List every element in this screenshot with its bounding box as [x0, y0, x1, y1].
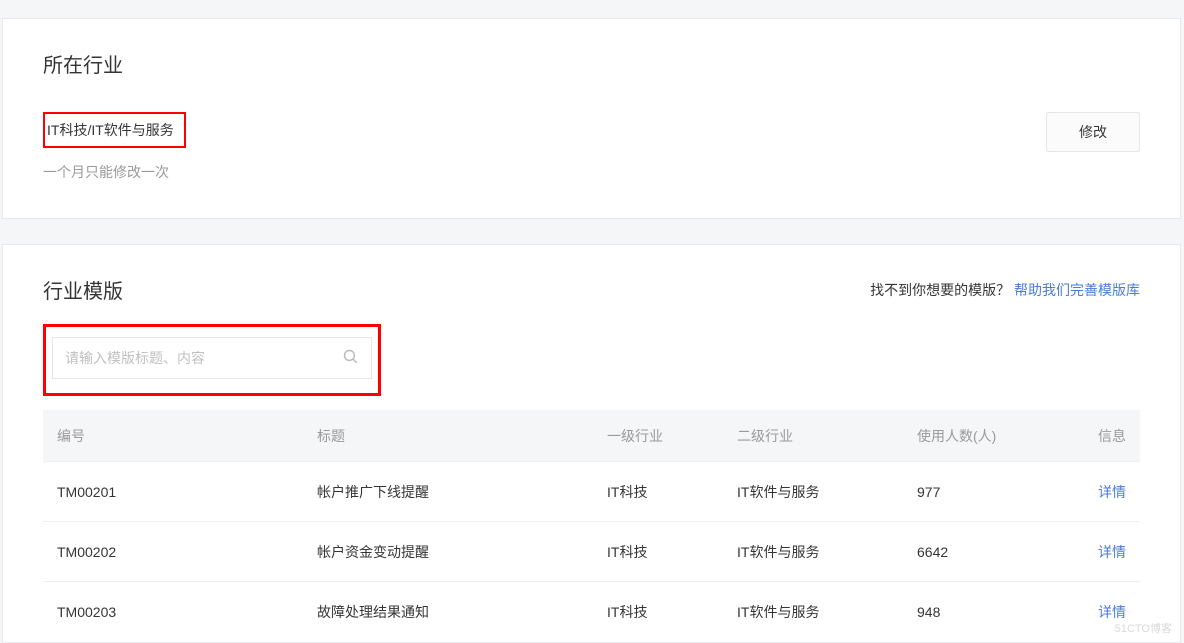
cell-count: 6642	[917, 544, 1066, 560]
cell-level2: IT软件与服务	[737, 602, 917, 622]
th-count: 使用人数(人)	[917, 426, 1066, 446]
industry-value-highlight: IT科技/IT软件与服务	[43, 112, 186, 148]
cell-level2: IT软件与服务	[737, 482, 917, 502]
cell-id: TM00202	[57, 544, 317, 560]
search-box[interactable]	[52, 337, 372, 379]
table-header-row: 编号 标题 一级行业 二级行业 使用人数(人) 信息	[43, 410, 1140, 462]
cell-level2: IT软件与服务	[737, 542, 917, 562]
cell-level1: IT科技	[607, 542, 737, 562]
detail-link[interactable]: 详情	[1098, 484, 1126, 500]
search-input[interactable]	[65, 350, 342, 366]
detail-link[interactable]: 详情	[1098, 544, 1126, 560]
template-help-link[interactable]: 帮助我们完善模版库	[1014, 282, 1140, 298]
cell-count: 948	[917, 604, 1066, 620]
cell-count: 977	[917, 484, 1066, 500]
table-row: TM00202 帐户资金变动提醒 IT科技 IT软件与服务 6642 详情	[43, 522, 1140, 582]
template-head-row: 行业模版 找不到你想要的模版？ 帮助我们完善模版库	[43, 275, 1140, 304]
industry-row: IT科技/IT软件与服务 一个月只能修改一次 修改	[43, 112, 1140, 182]
template-help: 找不到你想要的模版？ 帮助我们完善模版库	[870, 280, 1140, 300]
modify-button[interactable]: 修改	[1046, 112, 1140, 152]
table-row: TM00203 故障处理结果通知 IT科技 IT软件与服务 948 详情	[43, 582, 1140, 642]
template-card: 行业模版 找不到你想要的模版？ 帮助我们完善模版库 编号 标题 一级行业 二级行…	[2, 244, 1181, 643]
search-highlight	[43, 324, 381, 396]
template-help-prefix: 找不到你想要的模版？	[870, 282, 1010, 298]
th-id: 编号	[57, 426, 317, 446]
search-icon[interactable]	[342, 348, 359, 368]
detail-link[interactable]: 详情	[1098, 604, 1126, 620]
industry-section-title: 所在行业	[43, 49, 1140, 78]
cell-id: TM00201	[57, 484, 317, 500]
cell-level1: IT科技	[607, 482, 737, 502]
industry-card: 所在行业 IT科技/IT软件与服务 一个月只能修改一次 修改	[2, 18, 1181, 219]
cell-id: TM00203	[57, 604, 317, 620]
cell-title: 帐户资金变动提醒	[317, 542, 607, 562]
cell-title: 故障处理结果通知	[317, 602, 607, 622]
industry-value: IT科技/IT软件与服务	[47, 122, 174, 138]
industry-left: IT科技/IT软件与服务 一个月只能修改一次	[43, 112, 1046, 182]
template-table: 编号 标题 一级行业 二级行业 使用人数(人) 信息 TM00201 帐户推广下…	[43, 410, 1140, 642]
cell-level1: IT科技	[607, 602, 737, 622]
th-info: 信息	[1066, 426, 1126, 446]
th-level2: 二级行业	[737, 426, 917, 446]
industry-hint: 一个月只能修改一次	[43, 162, 1046, 182]
th-title: 标题	[317, 426, 607, 446]
template-section-title: 行业模版	[43, 275, 123, 304]
cell-title: 帐户推广下线提醒	[317, 482, 607, 502]
th-level1: 一级行业	[607, 426, 737, 446]
table-row: TM00201 帐户推广下线提醒 IT科技 IT软件与服务 977 详情	[43, 462, 1140, 522]
